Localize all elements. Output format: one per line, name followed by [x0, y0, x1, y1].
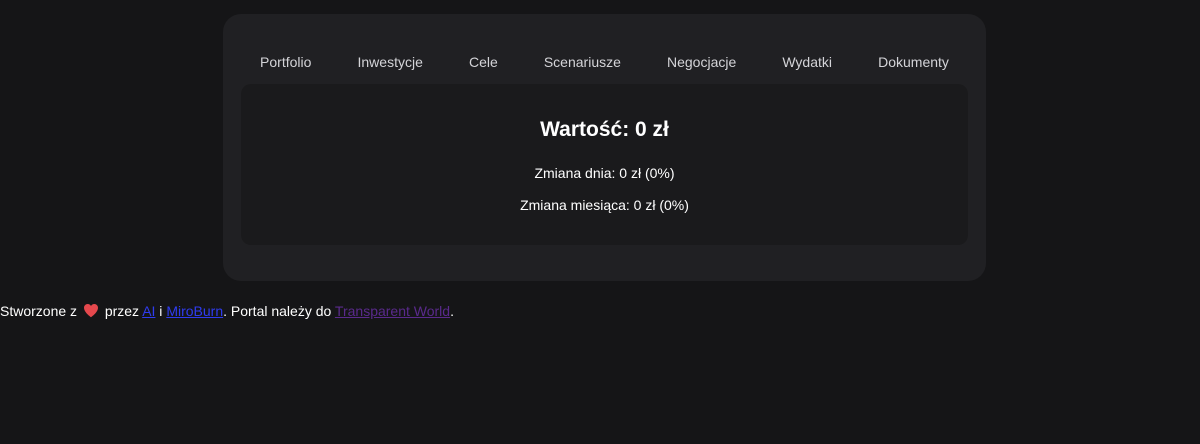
portfolio-value: Wartość: 0 zł [540, 118, 669, 141]
heart-icon [83, 304, 98, 318]
tab-portfolio[interactable]: Portfolio [260, 54, 311, 70]
miroburn-link[interactable]: MiroBurn [166, 303, 223, 319]
top-navigation: Portfolio Inwestycje Cele Scenariusze Ne… [223, 51, 986, 73]
tab-scenariusze[interactable]: Scenariusze [544, 54, 621, 70]
portfolio-summary-card: Wartość: 0 zł Zmiana dnia: 0 zł (0%) Zmi… [241, 84, 968, 245]
main-panel: Portfolio Inwestycje Cele Scenariusze Ne… [223, 14, 986, 281]
footer-suffix: . [450, 303, 454, 319]
footer-prefix: Stworzone z [0, 303, 78, 319]
footer: Stworzone z przez AI i MiroBurn. Portal … [0, 303, 454, 319]
footer-portal-text: . Portal należy do [223, 303, 335, 319]
transparent-world-link[interactable]: Transparent World [335, 303, 450, 319]
tab-inwestycje[interactable]: Inwestycje [358, 54, 423, 70]
footer-and: i [155, 303, 167, 319]
tab-wydatki[interactable]: Wydatki [782, 54, 832, 70]
day-change: Zmiana dnia: 0 zł (0%) [534, 165, 675, 181]
tab-dokumenty[interactable]: Dokumenty [878, 54, 949, 70]
footer-by: przez [100, 303, 143, 319]
ai-link[interactable]: AI [142, 303, 155, 319]
month-change: Zmiana miesiąca: 0 zł (0%) [520, 197, 689, 213]
tab-negocjacje[interactable]: Negocjacje [667, 54, 736, 70]
tab-cele[interactable]: Cele [469, 54, 498, 70]
